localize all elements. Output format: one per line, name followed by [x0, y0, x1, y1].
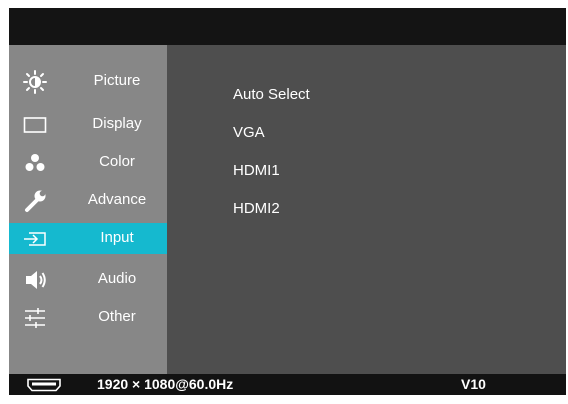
option-hdmi1[interactable]: HDMI1	[233, 162, 280, 179]
firmware-version: V10	[461, 376, 486, 392]
color-dots-icon	[22, 150, 48, 176]
option-vga[interactable]: VGA	[233, 124, 265, 141]
wrench-icon	[22, 188, 48, 214]
option-hdmi2[interactable]: HDMI2	[233, 200, 280, 217]
osd-menu: Picture Display Color Advance Input Audi…	[9, 8, 566, 395]
sidebar-item-label: Advance	[87, 191, 147, 208]
sidebar-item-label: Other	[98, 308, 136, 325]
speaker-icon	[22, 267, 48, 293]
sidebar-item-label: Display	[92, 115, 142, 132]
sidebar-item-label: Picture	[93, 72, 141, 89]
sidebar-item-label: Color	[99, 153, 135, 170]
hdmi-connector-icon	[27, 378, 61, 392]
sidebar-item-display[interactable]: Display	[9, 109, 167, 140]
sidebar-item-other[interactable]: Other	[9, 302, 167, 333]
display-icon	[22, 112, 48, 138]
top-bar	[9, 8, 566, 45]
sidebar-item-label: Audio	[97, 270, 137, 287]
sidebar-item-advance[interactable]: Advance	[9, 185, 167, 216]
brightness-icon	[22, 69, 48, 95]
sidebar-item-audio[interactable]: Audio	[9, 264, 167, 295]
sidebar-item-picture[interactable]: Picture	[9, 66, 167, 97]
sidebar-item-color[interactable]: Color	[9, 147, 167, 178]
resolution-text: 1920 × 1080@60.0Hz	[97, 376, 234, 392]
option-auto-select[interactable]: Auto Select	[233, 86, 310, 103]
input-icon	[22, 226, 48, 252]
status-bar: 1920 × 1080@60.0Hz V10	[9, 374, 566, 395]
sidebar: Picture Display Color Advance Input Audi…	[9, 45, 167, 374]
sliders-icon	[22, 305, 48, 331]
input-options-panel: Auto Select VGA HDMI1 HDMI2	[167, 45, 566, 374]
sidebar-item-input[interactable]: Input	[9, 223, 167, 254]
sidebar-item-label: Input	[100, 229, 134, 246]
